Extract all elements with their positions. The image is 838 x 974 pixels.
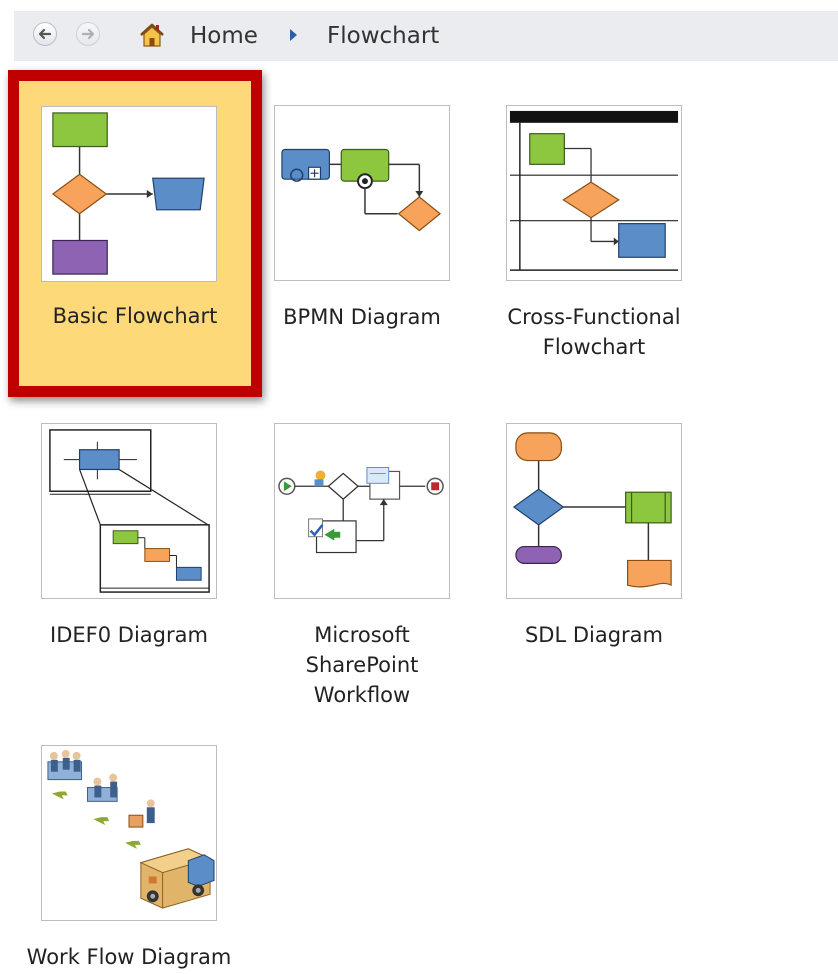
idef0-diagram-thumbnail <box>41 423 217 599</box>
template-label: IDEF0 Diagram <box>50 623 208 647</box>
sdl-diagram-thumbnail <box>506 423 682 599</box>
home-icon[interactable] <box>137 20 167 50</box>
template-tile-basic-flowchart[interactable]: Basic Flowchart <box>8 70 262 397</box>
forward-arrow-icon <box>81 28 95 40</box>
bpmn-diagram-thumbnail <box>274 105 450 281</box>
template-label: BPMN Diagram <box>283 305 441 329</box>
template-label: Basic Flowchart <box>52 304 218 328</box>
breadcrumb-current: Flowchart <box>327 23 440 49</box>
template-label: SDL Diagram <box>524 623 664 647</box>
template-tile-idef0-diagram[interactable]: IDEF0 Diagram <box>14 398 244 698</box>
template-tile-work-flow-diagram[interactable]: Work Flow Diagram <box>14 720 244 974</box>
forward-button[interactable] <box>76 22 100 46</box>
sharepoint-workflow-thumbnail <box>274 423 450 599</box>
template-tile-sharepoint-workflow[interactable]: Microsoft SharePoint Workflow <box>247 398 477 718</box>
chevron-right-icon[interactable] <box>288 27 298 46</box>
template-tile-cross-functional-flowchart[interactable]: Cross-Functional Flowchart <box>479 80 709 380</box>
template-tile-bpmn-diagram[interactable]: BPMN Diagram <box>247 80 477 380</box>
template-label: Cross-Functional Flowchart <box>507 305 681 359</box>
cross-functional-flowchart-thumbnail <box>506 105 682 281</box>
basic-flowchart-thumbnail <box>41 106 217 282</box>
breadcrumb-bar: Home Flowchart <box>14 11 838 61</box>
template-tile-sdl-diagram[interactable]: SDL Diagram <box>479 398 709 698</box>
template-label: Microsoft SharePoint Workflow <box>305 623 419 707</box>
back-arrow-icon <box>38 28 52 40</box>
work-flow-diagram-thumbnail <box>41 745 217 921</box>
back-button[interactable] <box>33 22 57 46</box>
template-label: Work Flow Diagram <box>26 945 232 969</box>
breadcrumb-home-link[interactable]: Home <box>190 22 258 50</box>
